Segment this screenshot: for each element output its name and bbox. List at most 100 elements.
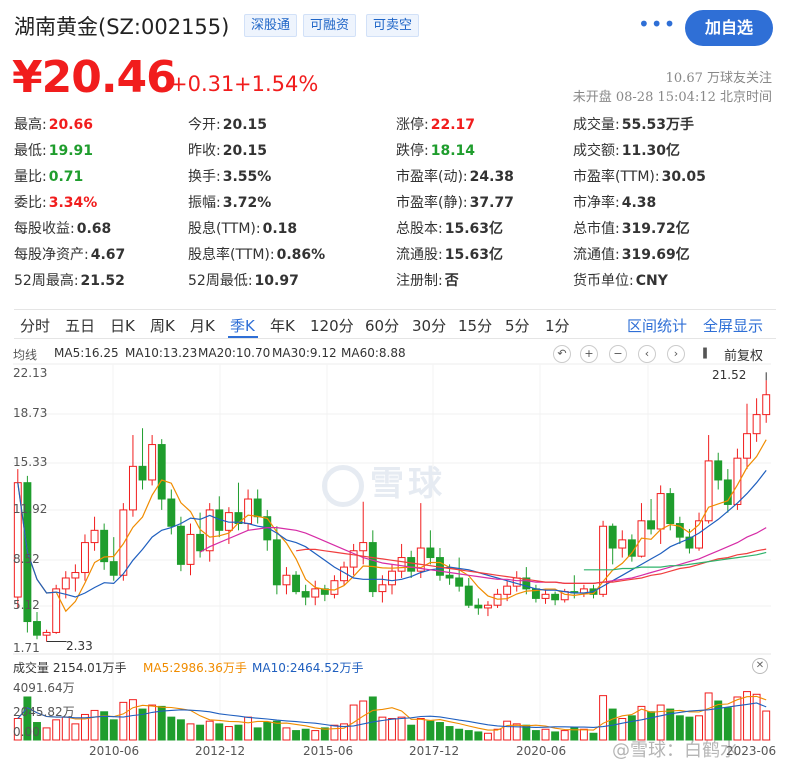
volume-bar: [503, 720, 512, 741]
vol-tick-label: 4091.64万: [13, 681, 75, 695]
volume-bar: [397, 716, 406, 741]
candle-body: [666, 493, 675, 525]
y-tick-label: 1.71: [13, 641, 40, 655]
volume-bar: [205, 720, 214, 741]
close-icon[interactable]: ✕: [752, 658, 768, 674]
volume-bar: [589, 732, 598, 741]
volume-bar: [560, 730, 569, 741]
candle-body: [311, 588, 320, 598]
candle-body: [138, 465, 147, 481]
volume-bar: [215, 723, 224, 741]
candle-body: [359, 542, 368, 552]
candle-body: [292, 574, 301, 593]
candle-body: [109, 561, 118, 576]
y-tick-label: 15.33: [13, 455, 48, 469]
candle-body: [647, 520, 656, 530]
volume-bar: [282, 727, 291, 741]
max-price-label: 21.52: [712, 368, 747, 382]
xueqiu-logo-icon: [322, 464, 364, 507]
candle-body: [426, 547, 435, 559]
candle-body: [301, 591, 310, 598]
volume-bar: [368, 696, 377, 741]
volume-bar: [301, 728, 310, 741]
candle-body: [445, 574, 454, 579]
candle-body: [71, 572, 80, 579]
candle-body: [388, 570, 396, 586]
x-tick-label: 2012-12: [195, 744, 246, 758]
volume-bar: [426, 720, 435, 741]
candle-body: [148, 444, 157, 481]
candle-body: [483, 604, 492, 609]
candle-body: [762, 394, 771, 416]
volume-bar: [388, 717, 396, 741]
x-tick-label: 2017-12: [409, 744, 460, 758]
candle-body: [167, 498, 176, 527]
volume-bar: [292, 730, 301, 741]
y-tick-label: 8.52: [13, 552, 40, 566]
candle-body: [42, 631, 51, 636]
x-tick-label: 2020-06: [516, 744, 567, 758]
candle-body: [474, 604, 483, 609]
volume-bar: [272, 720, 281, 741]
candle-body: [743, 433, 751, 459]
candle-body: [253, 498, 262, 518]
volume-bar: [733, 696, 742, 741]
volume-bar: [483, 732, 492, 741]
volume-bar: [474, 731, 483, 741]
y-tick-label: 5.12: [13, 598, 40, 612]
candle-body: [272, 539, 281, 586]
x-tick-label: 2010-06: [89, 744, 140, 758]
volume-bar: [234, 724, 243, 741]
volume-bar: [551, 731, 560, 741]
candle-body: [61, 577, 70, 590]
candle-body: [455, 577, 464, 587]
volume-bar: [455, 728, 464, 741]
volume-bar: [244, 716, 253, 741]
candle-body: [464, 585, 473, 606]
xueqiu-watermark: 雪球: [322, 456, 446, 507]
volume-bar: [148, 704, 157, 741]
volume-bar: [714, 700, 723, 741]
candle-body: [119, 509, 128, 576]
x-tick-label: 2015-06: [303, 744, 354, 758]
candle-body: [714, 460, 723, 481]
volume-bar: [541, 728, 550, 741]
volume-bar: [445, 726, 454, 741]
volume-bar: [109, 719, 118, 741]
volume-bar: [253, 727, 262, 741]
candle-body: [196, 533, 205, 552]
volume-bar: [704, 692, 713, 741]
candle-body: [608, 525, 617, 549]
kline-chart[interactable]: [0, 0, 800, 773]
candle-body: [244, 498, 253, 525]
candle-body: [128, 465, 137, 511]
candle-body: [378, 584, 387, 593]
volume-bar: [119, 701, 128, 741]
volume-bar: [464, 730, 473, 741]
volume-bar: [224, 726, 233, 741]
vol-tick-label: 0.00: [13, 725, 40, 739]
volume-bar: [263, 722, 272, 741]
candle-body: [52, 588, 61, 633]
volume-bar: [656, 704, 665, 741]
volume-bar: [359, 700, 368, 741]
volume-bar: [167, 716, 176, 741]
vol-ma10-label: MA10:2464.52万手: [252, 661, 364, 675]
volume-bar: [416, 717, 425, 741]
candle-body: [503, 585, 512, 595]
volume-bar: [71, 723, 80, 741]
candle-body: [551, 593, 560, 601]
volume-bar: [61, 716, 70, 741]
volume-label: 成交量 2154.01万手: [13, 661, 127, 675]
volume-bar: [743, 691, 751, 741]
candle-body: [541, 593, 550, 599]
candle-body: [752, 414, 761, 435]
candle-body: [90, 529, 99, 544]
volume-bar: [186, 723, 195, 741]
volume-bar: [752, 693, 761, 741]
volume-bar: [599, 695, 608, 741]
candle-body: [407, 557, 416, 572]
vol-ma5-label: MA5:2986.36万手: [143, 661, 247, 675]
candle-body: [33, 621, 41, 636]
volume-bar: [196, 724, 205, 741]
